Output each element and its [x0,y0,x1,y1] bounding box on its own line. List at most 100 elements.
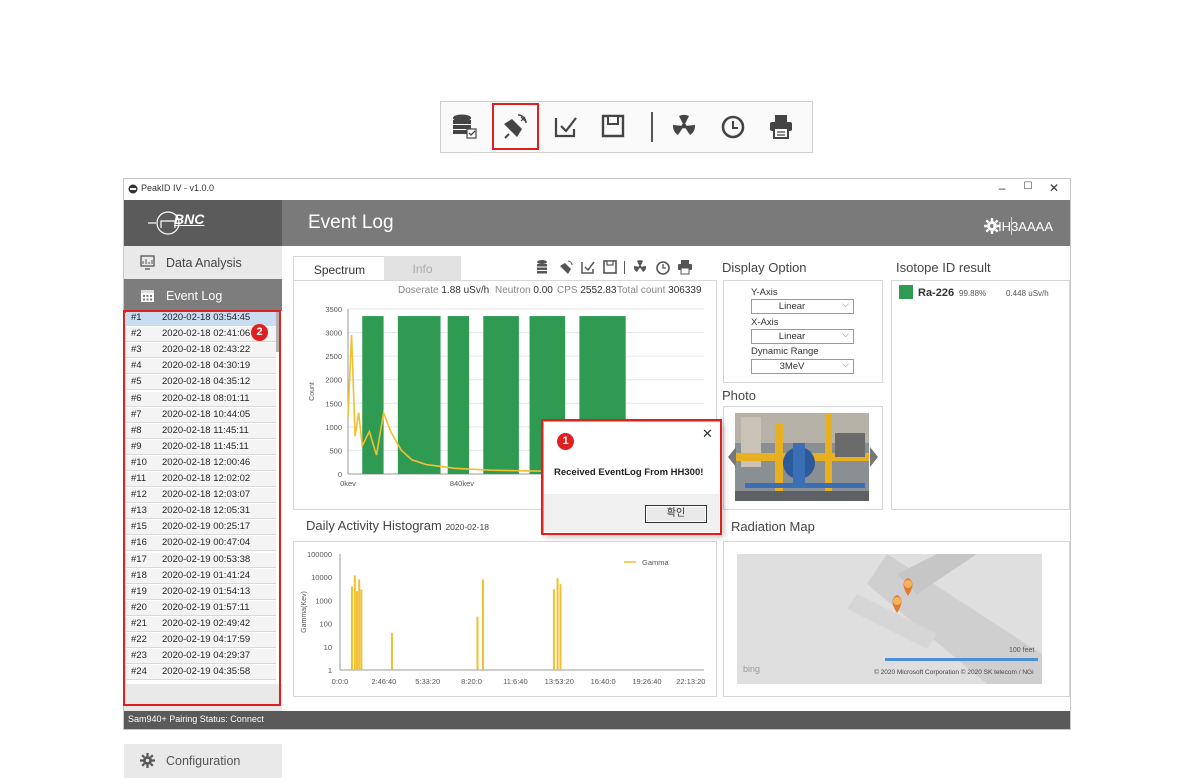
histogram-spike [390,632,393,670]
dialog-ok-button[interactable]: 확인 [645,505,707,523]
sidebar-item-configuration[interactable]: Configuration [124,744,282,778]
map-copyright: © 2020 Microsoft Corporation © 2020 SK t… [874,669,1034,676]
histogram-chart: 1 10 100 1000 10000 100000 Gamma(Kev) 0:0:0 2:46… [301,550,705,686]
histogram-spike [556,578,559,670]
database-check-icon[interactable] [447,109,481,143]
neutron-label: Neutron [495,285,531,296]
total-count-label: Total count [617,285,666,296]
site-photo [735,413,869,501]
timer-icon[interactable] [716,109,750,143]
map-scale-label: 100 feet [1009,647,1035,654]
sidebar-item-label: Data Analysis [166,256,242,270]
isotope-dose: 0.448 uSv/h [1006,289,1049,298]
y-tick-label: 3500 [325,305,342,314]
maximize-button[interactable]: ☐ [1016,181,1040,197]
isotope-name: Ra-226 [918,287,955,299]
sidebar-item-data-analysis[interactable]: Data Analysis [124,246,282,280]
x-axis-label: X-Axis [751,317,779,328]
radiation-map[interactable]: bing [737,554,1042,684]
tab-label: Info [412,262,433,276]
tab-label: Spectrum [313,263,366,277]
save-icon[interactable] [602,259,618,275]
printer-icon[interactable] [764,109,798,143]
photo-prev-arrow-icon[interactable] [728,447,736,467]
dialog-close-button[interactable]: ✕ [702,426,713,442]
x-tick-label: 13:53:20 [545,677,574,686]
spectrum-bar [447,316,470,474]
y-tick-label: 1000 [315,596,332,605]
y-axis-value: Linear [778,301,806,312]
gear-icon [140,753,155,768]
printer-icon[interactable] [677,259,693,275]
y-tick-label: 10000 [311,573,332,582]
histogram-title: Daily Activity Histogram 2020-02-18 [306,518,489,533]
import-check-icon[interactable] [580,259,596,275]
y-axis-label: Y-Axis [751,287,778,298]
callout-badge-1: 1 [557,433,574,450]
sidebar-item-label: Event Log [166,289,223,303]
sidebar-item-label: Configuration [166,754,241,768]
map-scale-bar [885,658,1038,661]
dynamic-range-select[interactable]: 3MeV ⌵ [751,359,854,374]
satellite-download-icon[interactable] [558,259,574,275]
database-check-icon[interactable] [535,259,551,275]
minimize-button[interactable]: – [990,181,1014,197]
x-axis-select[interactable]: Linear ⌵ [751,329,854,344]
cps-value: 2552.83 [580,285,617,296]
close-window-button[interactable]: ✕ [1042,181,1066,197]
legend-label: Gamma [642,558,670,567]
x-axis-value: Linear [778,331,806,342]
x-tick-label: 16:40:0 [591,677,616,686]
app-icon [128,184,138,194]
x-tick-label: 0kev [340,479,356,488]
y-tick-label: 100 [319,620,332,629]
timer-icon[interactable] [655,259,671,275]
y-tick-label: 500 [329,446,342,455]
x-tick-label: 19:26:40 [632,677,661,686]
y-axis-label: Gamma(Kev) [301,591,308,633]
tab-spectrum[interactable]: Spectrum [293,256,386,281]
histogram-spike [552,589,555,670]
tab-info[interactable]: Info [384,256,461,280]
page-title: Event Log [308,212,394,233]
y-tick-label: 3000 [325,329,342,338]
cps-stat: CPS 2552.83 [557,285,617,296]
neutron-stat: Neutron 0.00 [495,285,553,296]
y-tick-label: 2000 [325,376,342,385]
photo-next-arrow-icon[interactable] [870,447,878,467]
isotope-panel [891,280,1070,510]
chevron-down-icon: ⌵ [842,359,849,369]
x-tick-label: 8:20:0 [461,677,482,686]
radiation-map-title: Radiation Map [731,519,815,534]
toolbar-divider [651,112,653,142]
import-check-icon[interactable] [549,109,583,143]
histogram-spike [481,579,484,670]
window-title: PeakID IV - v1.0.0 [141,183,215,193]
cps-label: CPS [557,285,578,296]
spectrum-bar [397,316,441,474]
x-tick-label: 2:46:40 [371,677,396,686]
save-icon[interactable] [596,109,630,143]
callout-badge-2: 2 [251,324,268,341]
calendar-icon [141,290,154,302]
histogram-spike [360,589,363,670]
histogram-title-text: Daily Activity Histogram [306,518,442,533]
y-axis-select[interactable]: Linear ⌵ [751,299,854,314]
radiation-icon[interactable] [632,259,648,275]
spectrum-bar [362,316,384,474]
y-tick-label: 0 [338,470,342,479]
doserate-stat: Doserate 1.88 uSv/h [398,285,489,296]
histogram-spike [353,575,356,670]
title-bar: PeakID IV - v1.0.0 – ☐ ✕ [124,179,1070,200]
dynamic-range-label: Dynamic Range [751,346,819,357]
logo-text: BNC [174,211,205,227]
x-tick-label: 11:6:40 [503,677,527,686]
total-count-stat: Total count 306339 [617,285,702,296]
doserate-label: Doserate [398,285,439,296]
radiation-icon[interactable] [667,109,701,143]
sidebar-item-event-log[interactable]: Event Log [124,279,282,313]
x-tick-label: 840kev [450,479,474,488]
chevron-down-icon: ⌵ [842,299,849,309]
total-count-value: 306339 [668,285,702,296]
x-tick-label: 5:33:20 [415,677,440,686]
